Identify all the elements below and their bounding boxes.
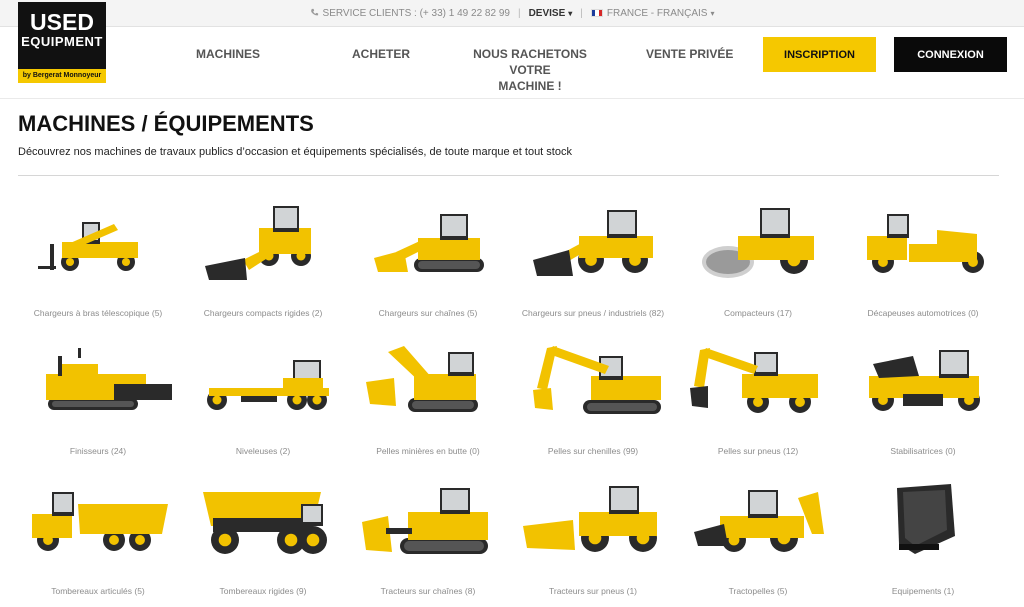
category-card[interactable]: Finisseurs (24) [18,338,178,456]
paver-icon [46,348,172,410]
mining-shovel-icon [366,346,478,412]
service-clients[interactable]: SERVICE CLIENTS : (+ 33) 1 49 22 82 99 [310,8,510,19]
page-subtitle: Découvrez nos machines de travaux public… [18,146,572,158]
wheeled-excavator-icon [690,348,818,413]
category-label: Niveleuses (2) [235,446,291,456]
main-nav: MACHINES ACHETER NOUS RACHETONS VOTRE MA… [0,27,1024,99]
page-title: MACHINES / ÉQUIPEMENTS [18,111,314,136]
category-card[interactable]: Tombereaux rigides (9) [183,478,343,596]
scraper-icon [867,214,984,273]
category-label: Décapeuses automotrices (0) [867,308,979,318]
dozer-icon [362,488,488,554]
connexion-button[interactable]: CONNEXION [894,37,1007,72]
category-label: Stabilisatrices (0) [890,446,956,456]
compactor-icon [702,208,814,278]
nav-rachat[interactable]: NOUS RACHETONS VOTRE MACHINE ! [460,46,600,94]
stabilizer-icon [869,350,980,411]
category-card[interactable]: Pelles minières en butte (0) [348,338,508,456]
caret-down-icon: ▾ [710,8,715,18]
separator: | [580,7,583,19]
category-label: Tracteurs sur pneus (1) [548,586,638,596]
category-card[interactable]: Tracteurs sur chaînes (8) [348,478,508,596]
category-label: Compacteurs (17) [723,308,793,318]
locale-dropdown[interactable]: FRANCE - FRANÇAIS ▾ [590,8,715,19]
category-card[interactable]: Equipements (1) [843,478,1003,596]
phone-icon [310,8,318,15]
inscription-button[interactable]: INSCRIPTION [763,37,876,72]
category-card[interactable]: Pelles sur chenilles (99) [513,338,673,456]
category-label: Pelles sur pneus (12) [717,446,799,456]
nav-vente-privee[interactable]: VENTE PRIVÉE [646,46,733,62]
category-label: Pelles sur chenilles (99) [547,446,639,456]
category-card[interactable]: Stabilisatrices (0) [843,338,1003,456]
crawler-excavator-icon [533,346,661,414]
category-label: Tracteurs sur chaînes (8) [380,586,476,596]
category-card[interactable]: Chargeurs sur chaînes (5) [348,200,508,318]
skid-steer-icon [205,206,311,280]
backhoe-icon [694,490,824,552]
bucket-icon [897,484,955,554]
category-card[interactable]: Tracteurs sur pneus (1) [513,478,673,596]
divider [18,175,999,176]
category-label: Tractopelles (5) [728,586,788,596]
track-loader-icon [374,214,484,272]
nav-acheter[interactable]: ACHETER [352,46,410,62]
category-label: Chargeurs à bras télescopique (5) [33,308,163,318]
category-card[interactable]: Compacteurs (17) [678,200,838,318]
wheel-loader-icon [533,210,653,276]
caret-down-icon: ▾ [568,8,573,18]
category-card[interactable]: Niveleuses (2) [183,338,343,456]
category-label: Chargeurs sur pneus / industriels (82) [521,308,665,318]
wheel-dozer-icon [523,486,657,552]
top-bar: SERVICE CLIENTS : (+ 33) 1 49 22 82 99 |… [0,0,1024,27]
category-card[interactable]: Chargeurs à bras télescopique (5) [18,200,178,318]
category-label: Tombereaux articulés (5) [51,586,145,596]
category-card[interactable]: Tombereaux articulés (5) [18,478,178,596]
category-label: Tombereaux rigides (9) [219,586,307,596]
devise-dropdown[interactable]: DEVISE ▾ [529,8,573,19]
category-card[interactable]: Pelles sur pneus (12) [678,338,838,456]
category-label: Pelles minières en butte (0) [376,446,480,456]
category-label: Chargeurs sur chaînes (5) [378,308,478,318]
category-card[interactable]: Chargeurs sur pneus / industriels (82) [513,200,673,318]
category-card[interactable]: Décapeuses automotrices (0) [843,200,1003,318]
category-card[interactable]: Tractopelles (5) [678,478,838,596]
separator: | [517,7,521,19]
grader-icon [207,360,329,410]
category-card[interactable]: Chargeurs compacts rigides (2) [183,200,343,318]
nav-machines[interactable]: MACHINES [196,46,260,62]
category-label: Finisseurs (24) [69,446,127,456]
articulated-truck-icon [32,492,168,551]
category-label: Equipements (1) [891,586,955,596]
category-label: Chargeurs compacts rigides (2) [203,308,323,318]
telehandler-icon [38,222,138,271]
france-flag-icon [590,8,603,17]
rigid-truck-icon [203,492,327,554]
